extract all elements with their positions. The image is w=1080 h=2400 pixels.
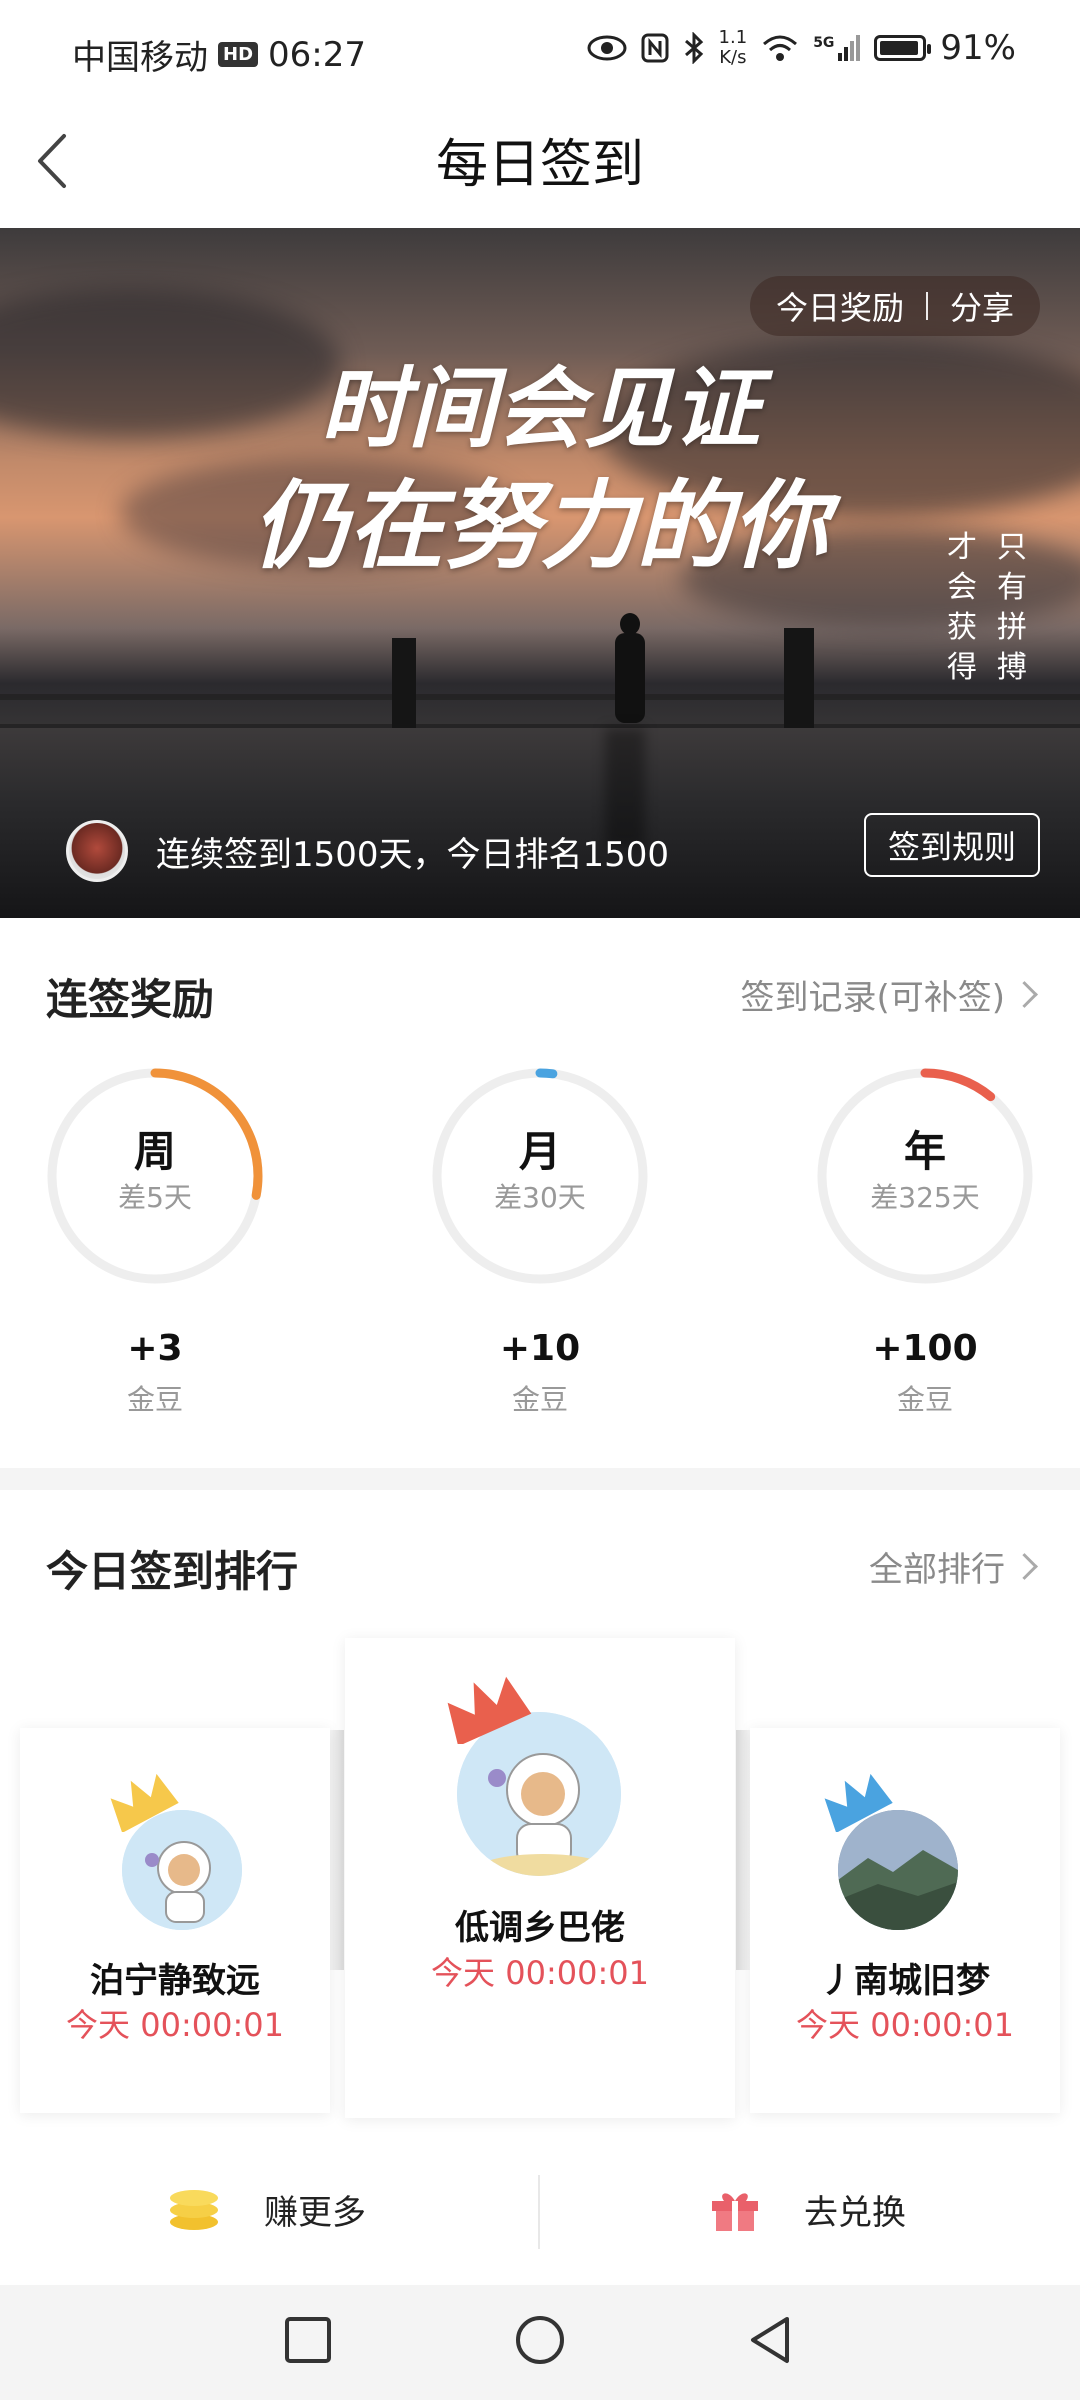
- signin-record-label: 签到记录(可补签): [740, 978, 1005, 1018]
- ring-period: 年: [903, 1127, 946, 1176]
- ring-remaining: 差5天: [118, 1181, 192, 1214]
- monthly-ring: 月 差30天: [430, 1066, 650, 1286]
- streak-rewards-section: 连签奖励 签到记录(可补签) 周 差5天 月 差30天 年 差325天 +3 金…: [0, 918, 1080, 1468]
- battery-icon: [874, 35, 932, 61]
- earn-more-label: 赚更多: [264, 2193, 366, 2233]
- net-speed-value: 1.1: [718, 27, 748, 48]
- coins-icon: [170, 2189, 218, 2230]
- section-title: 今日签到排行: [46, 1547, 299, 1596]
- bluetooth-icon: [684, 32, 703, 64]
- all-ranking-link[interactable]: 全部排行: [869, 1542, 1038, 1591]
- gift-icon: [712, 2192, 758, 2231]
- nfc-icon: [641, 33, 669, 63]
- bottom-actions: 赚更多 去兑换: [0, 2135, 1080, 2285]
- streak-summary: 连续签到1500天，今日排名1500: [66, 820, 669, 882]
- weekly-ring: 周 差5天: [45, 1066, 265, 1286]
- net-speed-unit: K/s: [719, 47, 747, 68]
- chevron-right-icon: [1011, 981, 1038, 1008]
- eye-icon: [587, 35, 627, 61]
- reward-share-pill: 今日奖励 分享: [749, 276, 1040, 336]
- signin-rules-button[interactable]: 签到规则: [864, 813, 1040, 877]
- rank-card-1[interactable]: 低调乡巴佬 今天 00:00:01: [345, 1638, 735, 2118]
- clock: 06:27: [268, 34, 366, 75]
- system-back-icon[interactable]: [745, 2313, 795, 2367]
- status-bar: 中国移动 HD 06:27 1.1 K/s 5G 91%: [0, 0, 1080, 100]
- yearly-reward: +100: [872, 1328, 978, 1369]
- ranking-section: 今日签到排行 全部排行 泊宁静致远 今天 00:00:01 低调乡巴佬 今天 0…: [0, 1490, 1080, 2135]
- rank-card-2[interactable]: 泊宁静致远 今天 00:00:01: [20, 1728, 330, 2113]
- rank-card-3[interactable]: 丿南城旧梦 今天 00:00:01: [750, 1728, 1060, 2113]
- yearly-reward-unit: 金豆: [896, 1383, 953, 1416]
- ring-remaining: 差325天: [870, 1181, 980, 1214]
- wifi-icon: [763, 35, 798, 61]
- section-title: 连签奖励: [46, 975, 215, 1024]
- rank-user-name: 泊宁静致远: [90, 1961, 260, 2001]
- hero-banner: 今日奖励 分享 时间会见证 仍在努力的你 只有拼搏 才会获得 连续签到1500天…: [0, 228, 1080, 918]
- railing-top: [0, 694, 1080, 700]
- ring-period: 周: [133, 1127, 176, 1176]
- cell-signal-icon: 5G: [813, 35, 861, 61]
- yearly-ring: 年 差325天: [815, 1066, 1035, 1286]
- nav-bar: 每日签到: [0, 100, 1080, 228]
- rank-user-name: 低调乡巴佬: [455, 1908, 625, 1948]
- carrier-name: 中国移动: [72, 38, 208, 78]
- person-silhouette: [620, 613, 640, 635]
- battery-level: 91%: [940, 28, 1016, 68]
- slogan-line-1: 时间会见证: [319, 356, 760, 460]
- exchange-label: 去兑换: [804, 2193, 906, 2233]
- action-divider: [538, 2175, 540, 2249]
- weekly-reward-unit: 金豆: [126, 1383, 183, 1416]
- chevron-right-icon: [1011, 1553, 1038, 1580]
- monthly-reward-unit: 金豆: [511, 1383, 568, 1416]
- user-avatar[interactable]: [66, 820, 128, 882]
- rank-signin-time: 今天 00:00:01: [431, 1954, 649, 1992]
- rank-signin-time: 今天 00:00:01: [66, 2006, 284, 2044]
- status-right: 1.1 K/s 5G 91%: [587, 28, 1016, 68]
- crown-icon: [447, 1676, 532, 1744]
- recent-apps-icon[interactable]: [283, 2315, 333, 2365]
- crown-icon: [110, 1773, 179, 1832]
- vertical-text-col-1: 只有拼搏: [997, 530, 1027, 685]
- pier-post: [392, 638, 416, 728]
- weekly-reward: +3: [127, 1328, 183, 1369]
- vertical-text-col-2: 才会获得: [947, 530, 977, 685]
- system-nav-bar: [0, 2285, 1080, 2400]
- status-left: 中国移动 HD 06:27: [72, 30, 366, 79]
- rank-user-name: 丿南城旧梦: [820, 1961, 990, 2001]
- home-icon[interactable]: [513, 2313, 567, 2367]
- earn-more-button[interactable]: 赚更多: [168, 2185, 366, 2234]
- person-silhouette-body: [615, 633, 645, 723]
- share-button[interactable]: 分享: [950, 283, 1014, 329]
- pier-post: [784, 628, 814, 728]
- streak-text: 连续签到1500天，今日排名1500: [156, 834, 670, 875]
- monthly-reward: +10: [499, 1328, 581, 1369]
- ring-remaining: 差30天: [494, 1181, 586, 1214]
- slogan-line-2: 仍在努力的你: [252, 469, 828, 582]
- rank-signin-time: 今天 00:00:01: [796, 2006, 1014, 2044]
- today-reward-link[interactable]: 今日奖励: [776, 283, 904, 329]
- net-speed: 1.1 K/s: [719, 28, 748, 68]
- all-ranking-label: 全部排行: [869, 1550, 1005, 1590]
- page-title: 每日签到: [435, 135, 644, 195]
- hd-icon: HD: [218, 42, 259, 67]
- signin-record-link[interactable]: 签到记录(可补签): [740, 970, 1038, 1019]
- exchange-button[interactable]: 去兑换: [710, 2185, 906, 2234]
- network-type: 5G: [813, 35, 835, 51]
- pill-divider: [925, 292, 928, 320]
- crown-icon: [824, 1773, 893, 1832]
- ring-period: 月: [518, 1127, 561, 1176]
